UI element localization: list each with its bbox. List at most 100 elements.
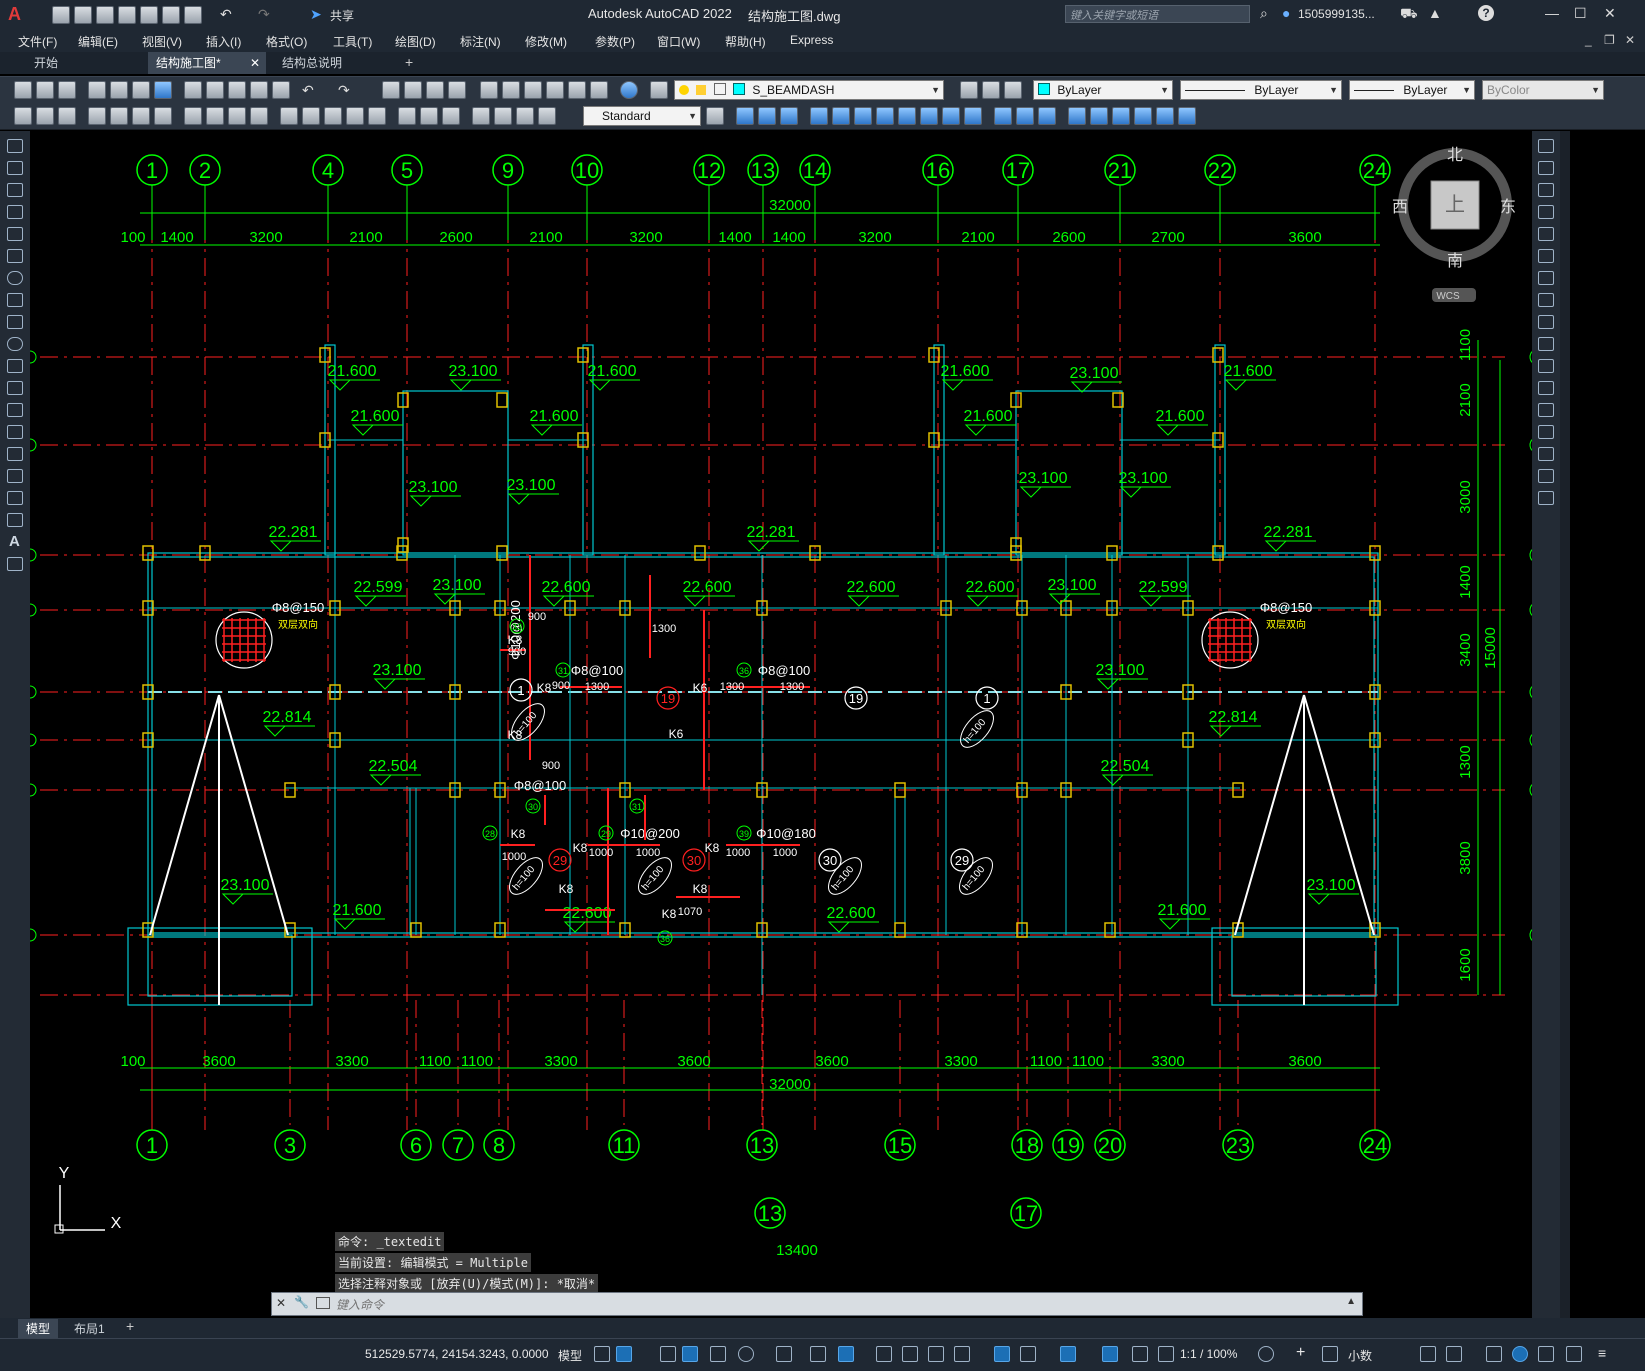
tab-close-icon[interactable]: ✕ [250,52,260,74]
units-label[interactable]: 小数 [1348,1347,1372,1364]
undo2-icon[interactable]: ↶ [302,82,314,99]
trim-icon[interactable] [920,107,938,125]
text-style-icon[interactable] [516,107,534,125]
rectangle-icon[interactable] [7,227,23,241]
structural-drawing[interactable]: 1 2 4 5 9 10 12 13 14 16 17 21 22 241 3 6 7 8 11 13 15 18 19 20… [23,131,1547,1318]
lineweight-icon[interactable] [876,1346,892,1362]
layer-dropdown[interactable]: S_BEAMDASH ▼ [674,80,944,100]
gradient-icon[interactable] [7,469,23,483]
join-tool-icon[interactable] [1538,403,1554,417]
menu-window[interactable]: 窗口(W) [657,33,700,50]
qnew-icon[interactable] [14,81,32,99]
inspect-icon[interactable] [368,107,386,125]
insert-block-icon[interactable] [7,381,23,395]
customization-icon[interactable]: ≡ [1598,1345,1606,1361]
infer-icon[interactable] [660,1346,676,1362]
ellipse-icon[interactable] [7,337,23,351]
markup-icon[interactable] [568,81,586,99]
quick-properties-icon[interactable] [1420,1346,1436,1362]
arc-icon[interactable] [7,249,23,263]
pan-icon[interactable] [382,81,400,99]
join-icon[interactable] [1068,107,1086,125]
search-box[interactable]: 键入关键字或短语 [1065,5,1250,23]
dim-text-edit-icon[interactable] [442,107,460,125]
dim-angular-icon[interactable] [184,107,202,125]
annotation-visibility-icon[interactable] [1102,1346,1118,1362]
plot-icon[interactable] [184,6,202,24]
close-icon[interactable]: ✕ [1604,5,1616,22]
hatch-icon[interactable] [7,447,23,461]
doc-restore-icon[interactable]: ❐ [1604,33,1615,47]
dim-edit-icon[interactable] [420,107,438,125]
layer-previous-icon[interactable] [982,81,1000,99]
vertical-scrollbar[interactable] [1560,131,1570,1318]
osnap-icon[interactable] [838,1346,854,1362]
table-icon[interactable] [7,513,23,527]
fullscreen-icon[interactable] [1566,1346,1582,1362]
close-cmd-icon[interactable]: ✕ [276,1296,286,1310]
command-input[interactable] [334,1295,1238,1315]
dim-update-icon[interactable] [472,107,490,125]
menu-tools[interactable]: 工具(T) [333,33,372,50]
make-block-icon[interactable] [7,403,23,417]
saveas-icon[interactable] [118,6,136,24]
selection-cycling-icon[interactable] [928,1346,944,1362]
dim-space-icon[interactable] [280,107,298,125]
design-center-icon[interactable] [502,81,520,99]
calculator-icon[interactable] [590,81,608,99]
add-selected-icon[interactable] [7,557,23,571]
recent-commands-icon[interactable] [316,1297,330,1309]
tolerance-icon[interactable] [324,107,342,125]
point-icon[interactable] [7,425,23,439]
dim-arc-icon[interactable] [58,107,76,125]
mtext-icon[interactable]: A [9,533,20,550]
share-icon[interactable]: ➤ [310,6,322,23]
menu-express[interactable]: Express [790,33,833,47]
lock-ui-icon[interactable] [1446,1346,1462,1362]
layer-states-icon[interactable] [1004,81,1022,99]
revcloud-icon[interactable] [7,293,23,307]
isolate-objects-icon[interactable] [1486,1346,1502,1362]
xline-icon[interactable] [7,161,23,175]
search-icon[interactable]: ⌕ [1260,5,1268,22]
app-store-icon[interactable]: ▲ [1428,5,1442,21]
scale-tool-icon[interactable] [1538,293,1554,307]
tab-layout1[interactable]: 布局1 [68,1320,111,1337]
open-file-icon[interactable] [36,81,54,99]
add-layout-icon[interactable]: + [126,1318,134,1334]
properties-icon[interactable] [480,81,498,99]
tab-structure-drawing[interactable]: 结构施工图* ✕ [148,52,266,74]
help-icon[interactable]: ? [1478,5,1494,21]
edit-polyline-icon[interactable] [1112,107,1130,125]
menu-edit[interactable]: 编辑(E) [78,33,118,50]
paste-icon[interactable] [228,81,246,99]
annotation-scale[interactable]: 1:1 / 100% [1180,1347,1237,1361]
globe-icon[interactable] [154,81,172,99]
publish-icon[interactable] [132,81,150,99]
dim-jogged-icon[interactable] [132,107,150,125]
blockedit-icon[interactable] [272,81,290,99]
model-space-label[interactable]: 模型 [558,1347,582,1364]
polyline-icon[interactable] [7,183,23,197]
add-icon[interactable]: + [1296,1344,1305,1362]
scale-icon[interactable] [876,107,894,125]
plotstyle-dropdown[interactable]: ByColor ▼ [1482,80,1604,100]
dim-continue-icon[interactable] [250,107,268,125]
erase-icon[interactable] [1178,107,1196,125]
tab-start[interactable]: 开始 [26,52,142,74]
dim-linear-icon[interactable] [14,107,32,125]
command-line[interactable]: ✕ 🔧 ▲ [271,1292,1363,1316]
user-icon[interactable]: ● [1282,5,1290,21]
3d-osnap-icon[interactable] [954,1346,970,1362]
zoom-previous-icon[interactable] [448,81,466,99]
cut-icon[interactable] [184,81,202,99]
minimize-icon[interactable]: — [1545,5,1559,21]
dim-aligned-icon[interactable] [36,107,54,125]
print-icon[interactable] [88,81,106,99]
new-icon[interactable] [52,6,70,24]
edit-spline-icon[interactable] [1134,107,1152,125]
menu-format[interactable]: 格式(O) [266,33,307,50]
dynamic-ucs-icon[interactable] [994,1346,1010,1362]
save-file-icon[interactable] [58,81,76,99]
spline-icon[interactable] [7,315,23,329]
